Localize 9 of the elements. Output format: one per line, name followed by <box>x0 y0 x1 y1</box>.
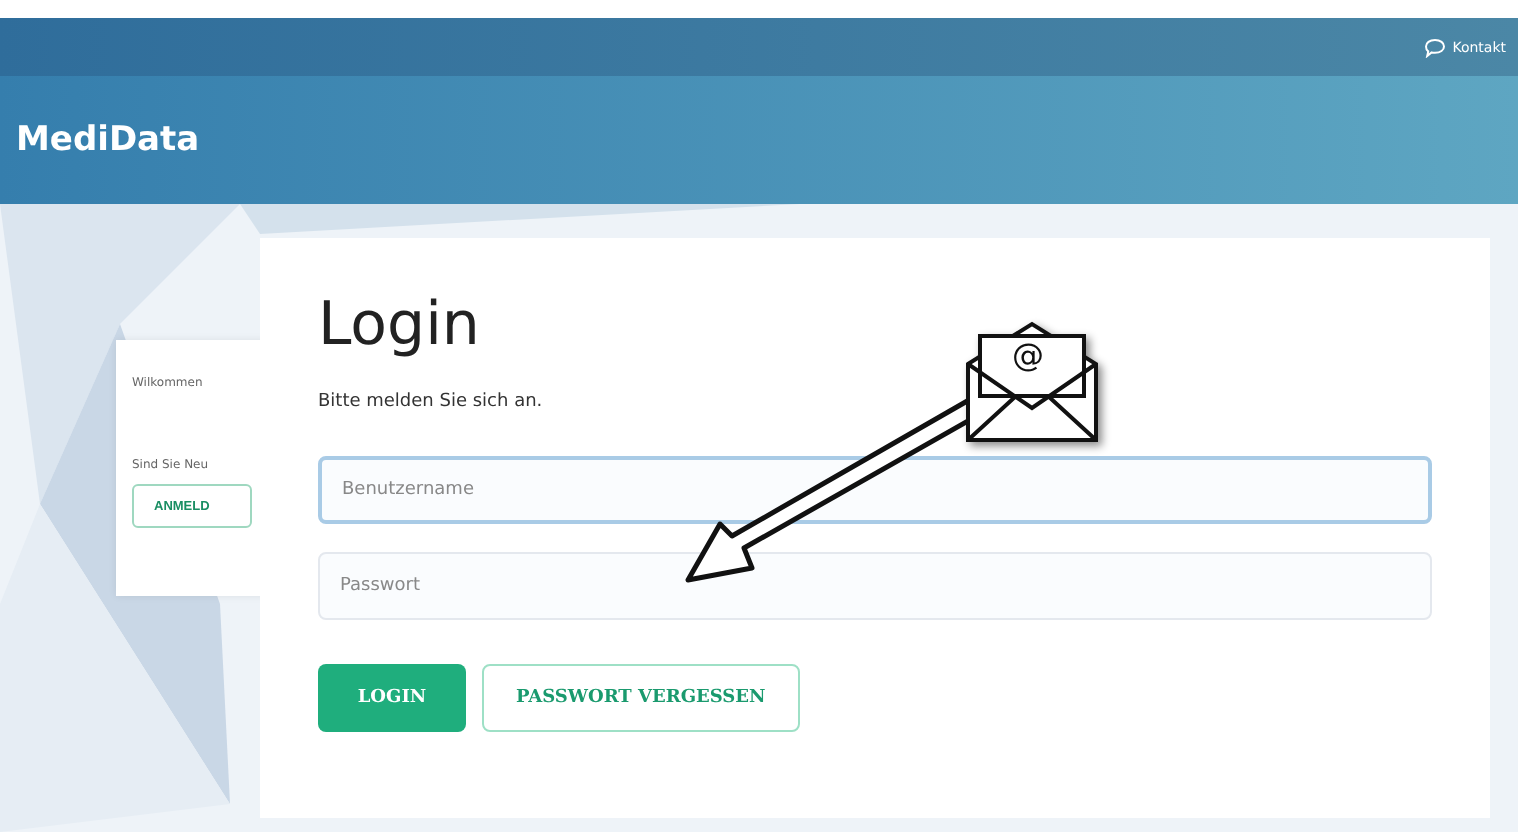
speech-bubble-icon <box>1424 37 1447 57</box>
forgot-password-button[interactable]: PASSWORT VERGESSEN <box>482 664 800 732</box>
at-sign: @ <box>1012 336 1044 374</box>
login-title: Login <box>318 290 480 360</box>
login-subtitle: Bitte melden Sie sich an. <box>318 392 543 412</box>
input-field[interactable]: Benutzername <box>318 456 1432 524</box>
login-button[interactable]: LOGIN <box>318 664 466 732</box>
input-field[interactable]: Passwort <box>318 552 1432 620</box>
logo: MediData <box>16 120 200 160</box>
